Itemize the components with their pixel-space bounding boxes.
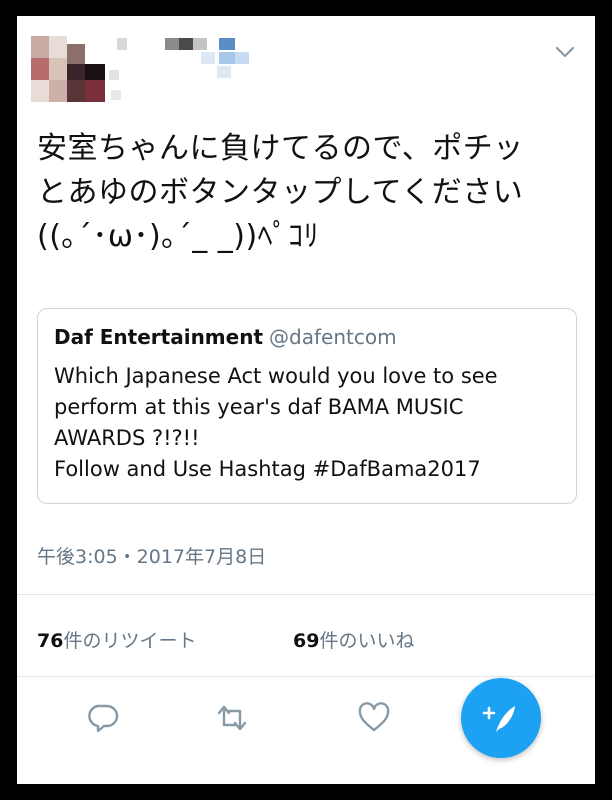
divider bbox=[17, 676, 595, 677]
quoted-author-handle: @dafentcom bbox=[269, 325, 397, 349]
compose-tweet-button[interactable] bbox=[461, 678, 541, 758]
reply-icon[interactable] bbox=[87, 701, 121, 735]
compose-tweet-icon bbox=[482, 706, 515, 732]
like-count: 69 bbox=[293, 630, 320, 652]
tweet-text: 安室ちゃんに負けてるので、ポチッ とあゆのボタンタップしてください ((｡´･ω… bbox=[37, 131, 524, 254]
like-label: 件のいいね bbox=[319, 630, 415, 652]
retweet-label: 件のリツイート bbox=[63, 630, 197, 652]
avatar[interactable] bbox=[31, 36, 121, 106]
chevron-down-icon[interactable] bbox=[553, 40, 577, 64]
retweet-icon[interactable] bbox=[215, 701, 249, 735]
retweet-stat[interactable]: 76件のリツイート bbox=[37, 630, 196, 652]
user-name[interactable] bbox=[117, 38, 277, 88]
heart-icon[interactable] bbox=[357, 701, 391, 735]
tweet-timestamp: 午後3:05・2017年7月8日 bbox=[37, 546, 267, 568]
like-stat[interactable]: 69件のいいね bbox=[293, 626, 414, 653]
quoted-tweet[interactable]: Daf Entertainment @dafentcom Which Japane… bbox=[37, 308, 577, 504]
retweet-count: 76 bbox=[37, 630, 64, 652]
divider bbox=[17, 594, 595, 595]
quoted-tweet-header: Daf Entertainment @dafentcom bbox=[54, 325, 397, 349]
tweet-stats: 76件のリツイート 69件のいいね bbox=[37, 626, 414, 653]
quoted-tweet-text: Which Japanese Act would you love to see… bbox=[54, 364, 498, 481]
tweet-card: 安室ちゃんに負けてるので、ポチッ とあゆのボタンタップしてください ((｡´･ω… bbox=[17, 16, 595, 784]
quoted-author-name: Daf Entertainment bbox=[54, 325, 264, 349]
